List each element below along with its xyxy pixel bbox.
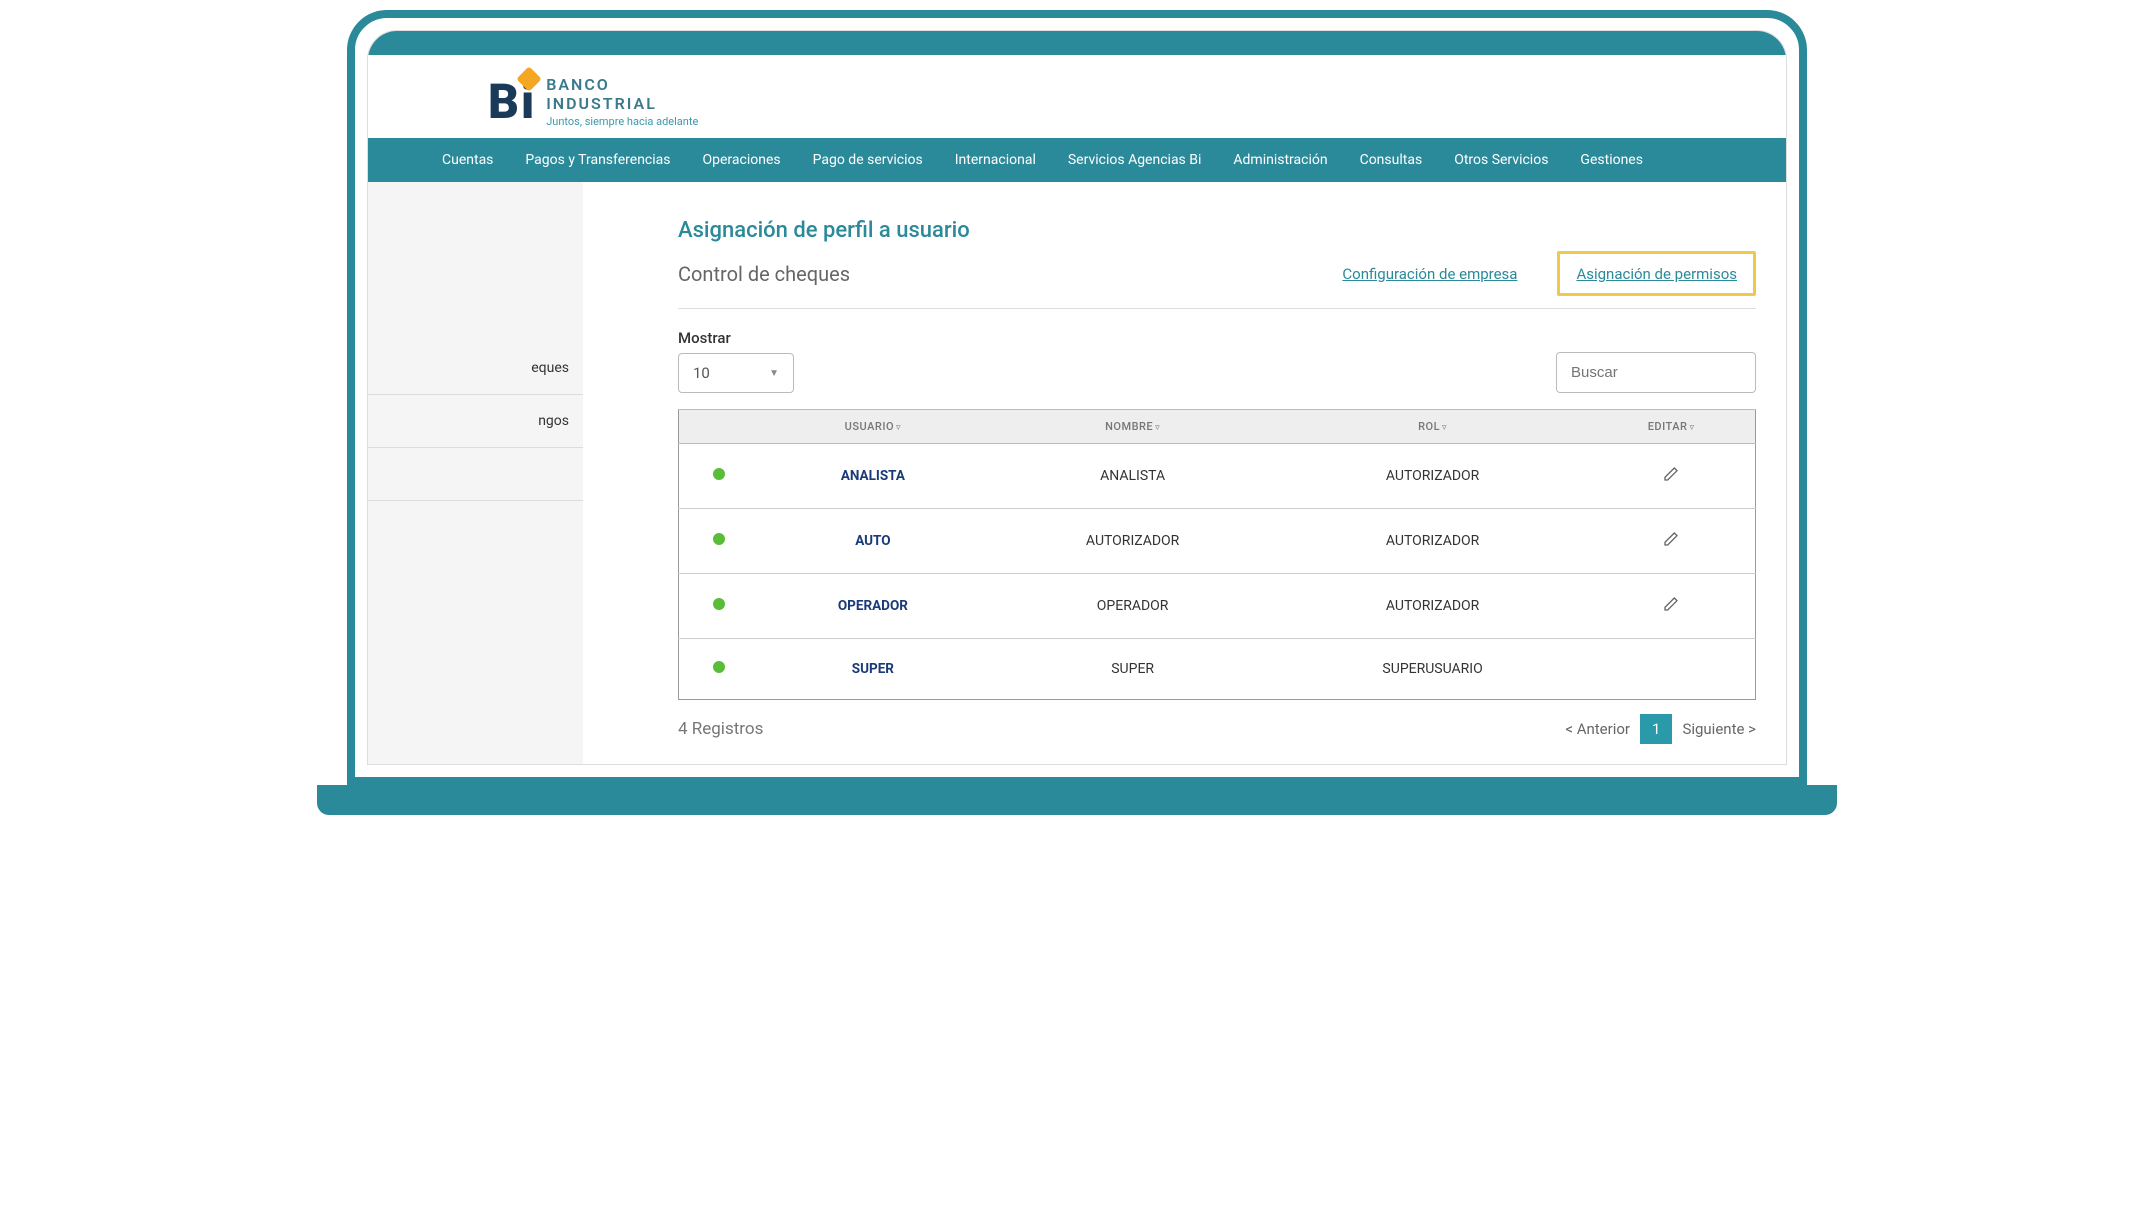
pagination: < Anterior 1 Siguiente > <box>1565 714 1756 744</box>
cell-nombre: OPERADOR <box>987 574 1278 639</box>
col-nombre[interactable]: NOMBRE▿ <box>987 410 1278 444</box>
app-screen: B i BANCO INDUSTRIAL Juntos, siempre hac… <box>367 30 1787 765</box>
main-content: Asignación de perfil a usuario Control d… <box>583 182 1786 764</box>
nav-gestiones[interactable]: Gestiones <box>1566 138 1657 182</box>
table-row: OPERADOROPERADORAUTORIZADOR <box>679 574 1756 639</box>
nav-consultas[interactable]: Consultas <box>1346 138 1437 182</box>
table-row: AUTO AUTORIZADORAUTORIZADOR <box>679 509 1756 574</box>
highlight-permisos: Asignación de permisos <box>1557 251 1756 296</box>
user-link[interactable]: AUTO <box>855 533 890 549</box>
logo-mark: B i <box>488 78 534 126</box>
sidebar-item-empty[interactable] <box>368 448 583 501</box>
chevron-down-icon: ▼ <box>769 368 779 379</box>
pagination-page-1[interactable]: 1 <box>1640 714 1672 744</box>
cell-editar <box>1587 639 1755 700</box>
sidebar-item-cheques[interactable]: eques <box>368 342 583 395</box>
sidebar: eques ngos <box>368 182 583 764</box>
edit-icon[interactable] <box>1663 466 1679 482</box>
table-row: SUPERSUPERSUPERUSUARIO <box>679 639 1756 700</box>
records-count: 4 Registros <box>678 719 763 739</box>
cell-nombre: AUTORIZADOR <box>987 509 1278 574</box>
nav-operaciones[interactable]: Operaciones <box>689 138 795 182</box>
window-top-bar <box>368 31 1786 55</box>
cell-usuario: OPERADOR <box>759 574 988 639</box>
page-title: Asignación de perfil a usuario <box>678 218 1756 243</box>
cell-rol: AUTORIZADOR <box>1278 574 1587 639</box>
cell-editar <box>1587 444 1755 509</box>
status-dot-icon <box>713 598 725 610</box>
cell-nombre: ANALISTA <box>987 444 1278 509</box>
col-rol[interactable]: ROL▿ <box>1278 410 1587 444</box>
link-asignacion-permisos[interactable]: Asignación de permisos <box>1576 265 1737 283</box>
header: B i BANCO INDUSTRIAL Juntos, siempre hac… <box>368 55 1786 138</box>
show-label: Mostrar <box>678 329 794 347</box>
page-subtitle: Control de cheques <box>678 262 850 286</box>
nav-internacional[interactable]: Internacional <box>941 138 1050 182</box>
cell-rol: SUPERUSUARIO <box>1278 639 1587 700</box>
col-editar[interactable]: EDITAR▿ <box>1587 410 1755 444</box>
title-links: Configuración de empresa Asignación de p… <box>1342 251 1756 296</box>
controls-row: Mostrar 10 ▼ <box>678 329 1756 393</box>
sort-icon: ▿ <box>1442 423 1447 433</box>
sort-icon: ▿ <box>896 423 901 433</box>
cell-editar <box>1587 574 1755 639</box>
cell-status <box>679 509 759 574</box>
sort-icon: ▿ <box>1155 423 1160 433</box>
cell-nombre: SUPER <box>987 639 1278 700</box>
cell-usuario: AUTO <box>759 509 988 574</box>
cell-editar <box>1587 509 1755 574</box>
sort-icon: ▿ <box>1689 423 1694 433</box>
sidebar-item-rangos[interactable]: ngos <box>368 395 583 448</box>
cell-status <box>679 574 759 639</box>
cell-usuario: SUPER <box>759 639 988 700</box>
status-dot-icon <box>713 533 725 545</box>
col-status[interactable] <box>679 410 759 444</box>
nav-pago-servicios[interactable]: Pago de servicios <box>799 138 937 182</box>
edit-icon[interactable] <box>1663 596 1679 612</box>
search-input[interactable] <box>1556 352 1756 393</box>
nav-administracion[interactable]: Administración <box>1219 138 1341 182</box>
user-link[interactable]: ANALISTA <box>841 468 905 484</box>
logo-line-2: INDUSTRIAL <box>546 94 698 113</box>
show-block: Mostrar 10 ▼ <box>678 329 794 393</box>
logo-dot-icon <box>516 66 541 91</box>
main-nav: Cuentas Pagos y Transferencias Operacion… <box>368 138 1786 182</box>
cell-rol: AUTORIZADOR <box>1278 509 1587 574</box>
col-usuario[interactable]: USUARIO▿ <box>759 410 988 444</box>
content-area: eques ngos Asignación de perfil a usuari… <box>368 182 1786 764</box>
edit-icon[interactable] <box>1663 531 1679 547</box>
cell-status <box>679 444 759 509</box>
table-footer: 4 Registros < Anterior 1 Siguiente > <box>678 714 1756 744</box>
link-config-empresa[interactable]: Configuración de empresa <box>1342 265 1517 283</box>
table-row: ANALISTAANALISTAAUTORIZADOR <box>679 444 1756 509</box>
show-select[interactable]: 10 ▼ <box>678 353 794 393</box>
nav-pagos-transferencias[interactable]: Pagos y Transferencias <box>511 138 684 182</box>
cell-status <box>679 639 759 700</box>
nav-cuentas[interactable]: Cuentas <box>428 138 507 182</box>
laptop-base <box>317 785 1837 815</box>
show-select-value: 10 <box>693 364 710 382</box>
user-link[interactable]: SUPER <box>852 661 894 677</box>
logo-text: BANCO INDUSTRIAL Juntos, siempre hacia a… <box>546 75 698 128</box>
users-table: USUARIO▿ NOMBRE▿ ROL▿ EDITAR▿ ANALISTA AN… <box>678 409 1756 700</box>
title-row: Control de cheques Configuración de empr… <box>678 251 1756 309</box>
logo-line-1: BANCO <box>546 75 698 94</box>
pagination-next[interactable]: Siguiente > <box>1682 720 1756 738</box>
laptop-frame: B i BANCO INDUSTRIAL Juntos, siempre hac… <box>347 10 1807 785</box>
nav-servicios-agencias[interactable]: Servicios Agencias Bi <box>1054 138 1216 182</box>
nav-otros-servicios[interactable]: Otros Servicios <box>1440 138 1562 182</box>
pagination-prev[interactable]: < Anterior <box>1565 720 1630 738</box>
status-dot-icon <box>713 661 725 673</box>
cell-rol: AUTORIZADOR <box>1278 444 1587 509</box>
cell-usuario: ANALISTA <box>759 444 988 509</box>
status-dot-icon <box>713 468 725 480</box>
user-link[interactable]: OPERADOR <box>838 598 908 614</box>
logo-tagline: Juntos, siempre hacia adelante <box>546 115 698 128</box>
logo: B i BANCO INDUSTRIAL Juntos, siempre hac… <box>488 75 698 128</box>
